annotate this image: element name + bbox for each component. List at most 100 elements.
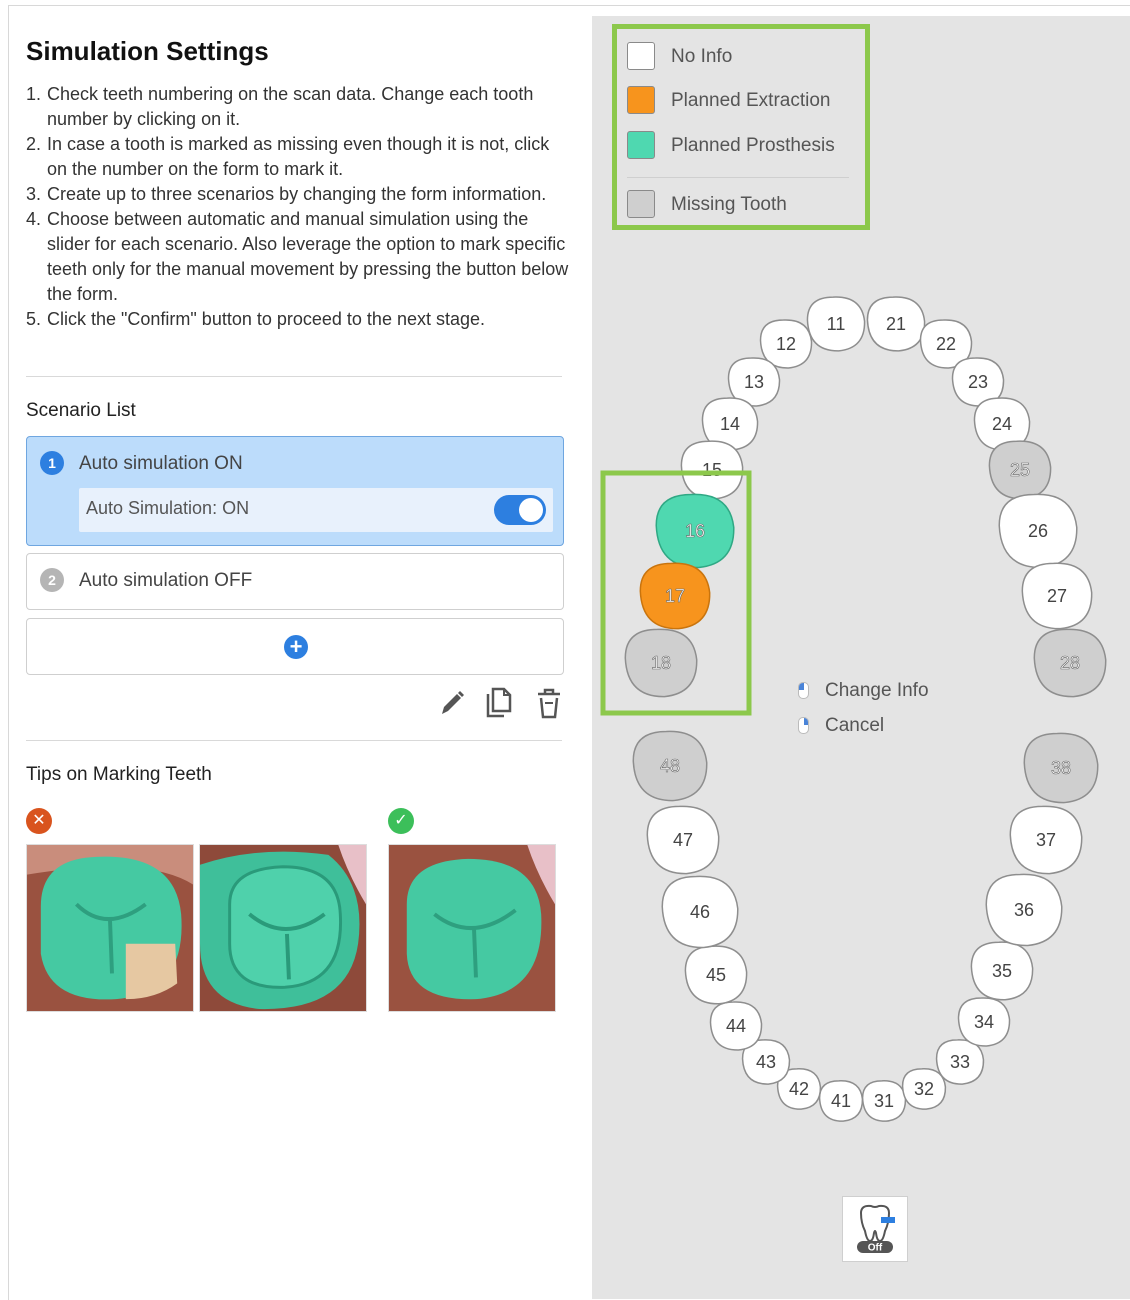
- tooth-number: 17: [665, 586, 685, 606]
- instruction-item: 1. Check teeth numbering on the scan data…: [26, 82, 571, 132]
- instruction-number: 1.: [26, 84, 42, 104]
- tooth-45[interactable]: 45: [684, 945, 748, 1005]
- legend-swatch-extraction: [627, 86, 655, 114]
- add-scenario-button[interactable]: +: [26, 618, 564, 675]
- tooth-off-button[interactable]: Off: [842, 1196, 908, 1262]
- instruction-list: 1. Check teeth numbering on the scan data…: [26, 82, 571, 332]
- auto-simulation-label: Auto Simulation: ON: [86, 498, 250, 518]
- scenario-list-title: Scenario List: [26, 400, 136, 421]
- cancel-hint: Cancel: [825, 715, 885, 736]
- scenario-number-badge: 1: [40, 451, 64, 475]
- tips-title: Tips on Marking Teeth: [26, 764, 212, 785]
- tooth-32[interactable]: 32: [901, 1068, 947, 1110]
- tooth-number: 44: [726, 1016, 746, 1036]
- legend: No Info Planned Extraction Planned Prost…: [612, 24, 870, 230]
- page-title: Simulation Settings: [26, 36, 269, 66]
- tooth-number: 22: [936, 334, 956, 354]
- tooth-number: 48: [660, 756, 680, 776]
- legend-label: Missing Tooth: [671, 194, 787, 215]
- tooth-number: 35: [992, 961, 1012, 981]
- tooth-number: 14: [720, 414, 740, 434]
- tooth-number: 27: [1047, 586, 1067, 606]
- right-click-icon: [798, 717, 809, 734]
- tooth-15[interactable]: 15: [680, 440, 744, 500]
- tooth-48[interactable]: 48: [632, 730, 708, 802]
- wrong-mark-icon: ✕: [26, 808, 52, 834]
- legend-swatch-prosthesis: [627, 131, 655, 159]
- tooth-number: 21: [886, 314, 906, 334]
- scenario-label: Auto simulation OFF: [79, 570, 253, 591]
- tooth-17[interactable]: 17: [639, 562, 711, 630]
- tooth-number: 32: [914, 1079, 934, 1099]
- tooth-27[interactable]: 27: [1021, 562, 1093, 630]
- tooth-number: 46: [690, 902, 710, 922]
- tooth-36[interactable]: 36: [985, 873, 1063, 947]
- instruction-number: 4.: [26, 209, 42, 229]
- tooth-28[interactable]: 28: [1033, 628, 1107, 698]
- tooth-number: 42: [789, 1079, 809, 1099]
- tooth-number: 18: [651, 653, 671, 673]
- legend-label: Planned Extraction: [671, 90, 831, 111]
- scenario-label: Auto simulation ON: [79, 453, 243, 474]
- tooth-number: 43: [756, 1052, 776, 1072]
- tooth-chart-panel: 11 12 13 14 15 16 17 18 21 22 23 24 25 26 27 28 31 32 33 34…: [592, 16, 1130, 1299]
- tooth-26[interactable]: 26: [998, 493, 1078, 569]
- tooth-number: 28: [1060, 653, 1080, 673]
- scenario-toolbar: [436, 686, 566, 722]
- tooth-33[interactable]: 33: [935, 1039, 985, 1085]
- auto-simulation-toggle[interactable]: [494, 495, 546, 525]
- instruction-text: In case a tooth is marked as missing eve…: [47, 134, 550, 179]
- tooth-46[interactable]: 46: [661, 875, 739, 949]
- scenario-item-1[interactable]: 1 Auto simulation ON Auto Simulation: ON: [26, 436, 564, 546]
- tip-image-correct: [388, 844, 556, 1012]
- tooth-number: 33: [950, 1052, 970, 1072]
- tooth-number: 11: [827, 314, 846, 334]
- tooth-47[interactable]: 47: [646, 805, 720, 875]
- tooth-41[interactable]: 41: [818, 1080, 864, 1122]
- divider: [26, 376, 562, 377]
- instruction-item: 2. In case a tooth is marked as missing e…: [26, 132, 571, 182]
- tooth-number: 38: [1051, 758, 1071, 778]
- legend-label: No Info: [671, 46, 733, 67]
- tooth-number: 16: [685, 521, 705, 541]
- legend-label: Planned Prosthesis: [671, 135, 835, 156]
- tooth-number: 36: [1014, 900, 1034, 920]
- tooth-number: 23: [968, 372, 988, 392]
- tooth-number: 13: [744, 372, 764, 392]
- edit-icon[interactable]: [436, 686, 466, 720]
- tooth-35[interactable]: 35: [970, 941, 1034, 1001]
- tooth-37[interactable]: 37: [1009, 805, 1083, 875]
- tooth-number: 26: [1028, 521, 1048, 541]
- instruction-text: Create up to three scenarios by changing…: [47, 184, 547, 204]
- correct-mark-icon: ✓: [388, 808, 414, 834]
- instruction-text: Click the "Confirm" button to proceed to…: [47, 309, 486, 329]
- tooth-off-icon: Off: [857, 1204, 895, 1254]
- tooth-25[interactable]: 25: [988, 440, 1052, 500]
- tooth-number: 15: [702, 460, 722, 480]
- toggle-knob: [519, 498, 543, 522]
- tooth-18[interactable]: 18: [624, 628, 698, 698]
- auto-simulation-row: Auto Simulation: ON: [79, 488, 553, 532]
- tooth-number: 45: [706, 965, 726, 985]
- trash-icon[interactable]: [534, 686, 564, 720]
- tip-image-wrong-2: [199, 844, 367, 1012]
- instruction-item: 3. Create up to three scenarios by changi…: [26, 182, 571, 207]
- divider: [26, 740, 562, 741]
- tooth-34[interactable]: 34: [957, 997, 1011, 1047]
- tooth-31[interactable]: 31: [861, 1080, 907, 1122]
- tooth-21[interactable]: 21: [866, 296, 926, 352]
- scenario-item-2[interactable]: 2 Auto simulation OFF: [26, 553, 564, 610]
- instruction-item: 4. Choose between automatic and manual si…: [26, 207, 571, 307]
- tooth-16[interactable]: 16: [655, 493, 735, 569]
- instruction-text: Check teeth numbering on the scan data. …: [47, 84, 534, 129]
- tooth-number: 37: [1036, 830, 1056, 850]
- copy-icon[interactable]: [484, 686, 514, 720]
- tooth-11[interactable]: 11: [806, 296, 866, 352]
- change-info-hint: Change Info: [825, 680, 929, 701]
- instruction-number: 5.: [26, 309, 42, 329]
- tooth-44[interactable]: 44: [709, 1001, 763, 1051]
- instruction-number: 3.: [26, 184, 42, 204]
- tooth-number: 24: [992, 414, 1012, 434]
- tooth-38[interactable]: 38: [1023, 732, 1099, 804]
- tip-image-wrong-1: [26, 844, 194, 1012]
